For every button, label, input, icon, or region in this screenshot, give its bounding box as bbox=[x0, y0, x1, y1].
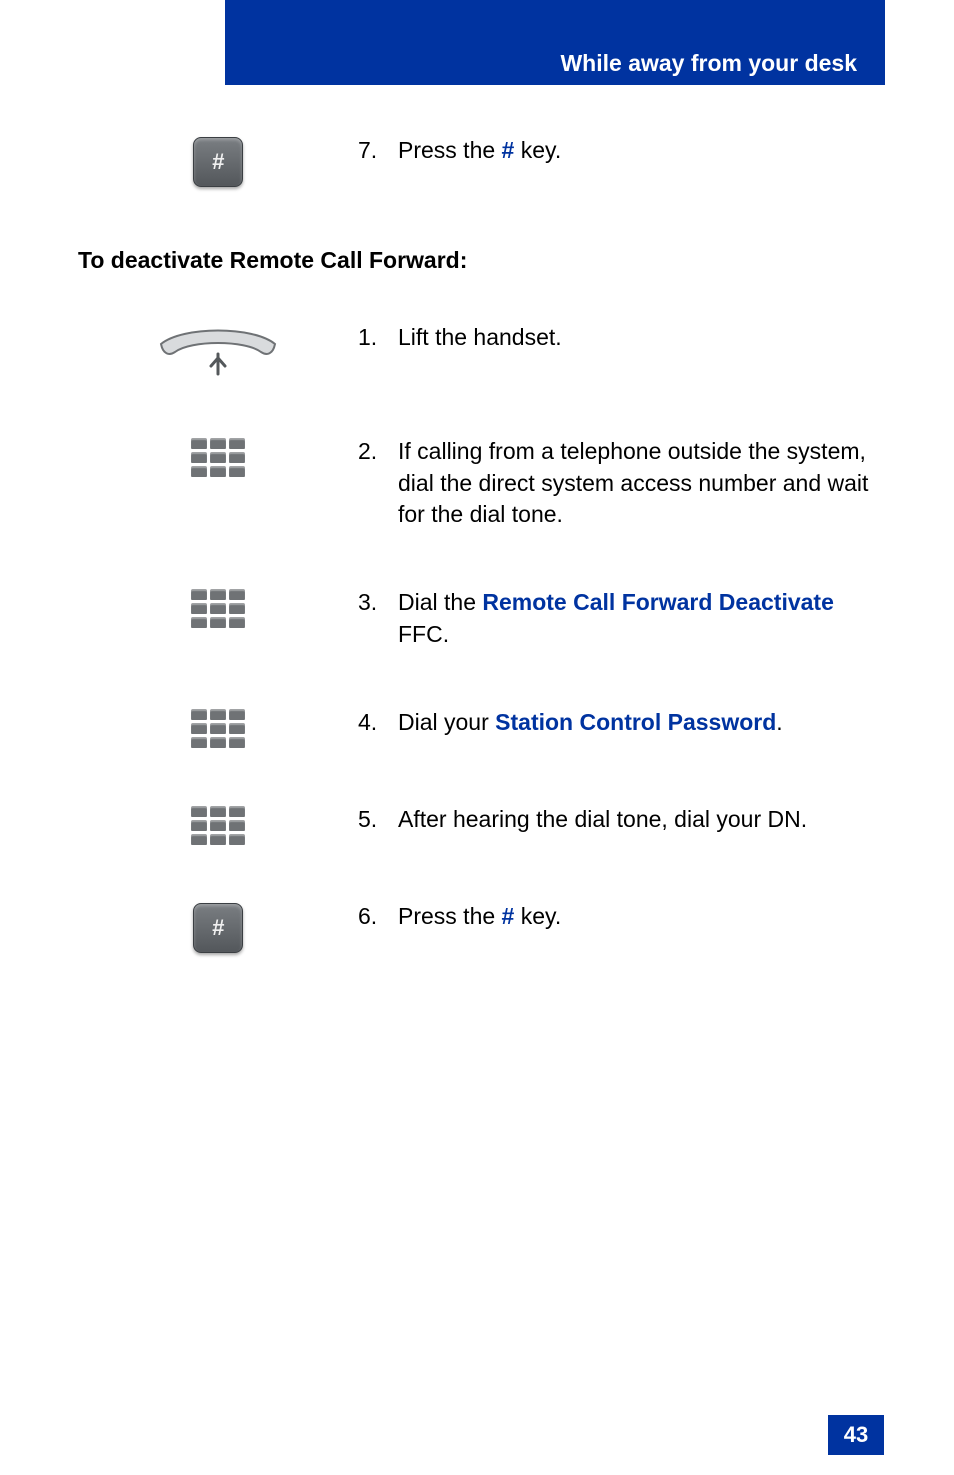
step-row: 4.Dial your Station Control Password. bbox=[78, 707, 888, 748]
keypad-cell bbox=[210, 603, 226, 614]
keypad-cell bbox=[210, 466, 226, 477]
keypad-cell bbox=[210, 452, 226, 463]
keypad-icon bbox=[191, 709, 245, 748]
keypad-cell bbox=[229, 806, 245, 817]
step-instruction: After hearing the dial tone, dial your D… bbox=[398, 804, 888, 836]
step-number: 7. bbox=[358, 135, 398, 167]
steps-container: 1.Lift the handset. 2.If calling from a t… bbox=[78, 322, 888, 953]
step-instruction: Press the # key. bbox=[398, 901, 888, 933]
lift-handset-icon bbox=[153, 324, 283, 380]
icon-col bbox=[78, 322, 358, 380]
step-number: 1. bbox=[358, 322, 398, 354]
keypad-cell bbox=[191, 737, 207, 748]
step-number: 5. bbox=[358, 804, 398, 836]
keypad-cell bbox=[229, 737, 245, 748]
text-segment: Dial the bbox=[398, 589, 482, 615]
step-instruction: Dial your Station Control Password. bbox=[398, 707, 888, 739]
text-segment: . bbox=[776, 709, 782, 735]
text-segment: Lift the handset. bbox=[398, 324, 562, 350]
step-row-7: # 7. Press the # key. bbox=[78, 135, 888, 187]
step-text-col: 6.Press the # key. bbox=[358, 901, 888, 933]
keypad-cell bbox=[191, 806, 207, 817]
text-prefix: Press the bbox=[398, 137, 502, 163]
keypad-cell bbox=[210, 820, 226, 831]
hash-key-icon: # bbox=[193, 903, 243, 953]
keypad-icon bbox=[191, 438, 245, 477]
keypad-cell bbox=[191, 438, 207, 449]
page-header-title: While away from your desk bbox=[560, 50, 857, 77]
hash-key-icon: # bbox=[193, 137, 243, 187]
keypad-cell bbox=[210, 723, 226, 734]
text-segment: key. bbox=[514, 903, 561, 929]
step-number: 3. bbox=[358, 587, 398, 650]
keypad-cell bbox=[229, 466, 245, 477]
step-number: 6. bbox=[358, 901, 398, 933]
step-text-col: 7. Press the # key. bbox=[358, 135, 888, 167]
keypad-cell bbox=[229, 603, 245, 614]
step-text-col: 2.If calling from a telephone outside th… bbox=[358, 436, 888, 531]
keypad-cell bbox=[229, 723, 245, 734]
text-segment: FFC. bbox=[398, 621, 449, 647]
keypad-cell bbox=[229, 589, 245, 600]
step-number: 4. bbox=[358, 707, 398, 739]
keyword-hash: # bbox=[502, 137, 515, 163]
keypad-icon bbox=[191, 806, 245, 845]
keypad-cell bbox=[229, 709, 245, 720]
keypad-cell bbox=[229, 438, 245, 449]
keypad-cell bbox=[210, 438, 226, 449]
text-segment: Dial your bbox=[398, 709, 495, 735]
keypad-cell bbox=[191, 617, 207, 628]
step-instruction: Press the # key. bbox=[398, 135, 888, 167]
keypad-cell bbox=[210, 806, 226, 817]
icon-col: # bbox=[78, 901, 358, 953]
step-row: 2.If calling from a telephone outside th… bbox=[78, 436, 888, 531]
keypad-cell bbox=[191, 452, 207, 463]
keypad-cell bbox=[229, 834, 245, 845]
keyword: Station Control Password bbox=[495, 709, 776, 735]
keyword: # bbox=[502, 903, 515, 929]
keypad-cell bbox=[210, 709, 226, 720]
step-text-col: 5.After hearing the dial tone, dial your… bbox=[358, 804, 888, 836]
page-content: # 7. Press the # key. To deactivate Remo… bbox=[78, 135, 888, 1009]
icon-col bbox=[78, 804, 358, 845]
keyword: Remote Call Forward Deactivate bbox=[482, 589, 834, 615]
text-segment: If calling from a telephone outside the … bbox=[398, 438, 868, 527]
keypad-cell bbox=[210, 617, 226, 628]
keypad-cell bbox=[229, 617, 245, 628]
keypad-cell bbox=[210, 834, 226, 845]
icon-col: # bbox=[78, 135, 358, 187]
text-segment: After hearing the dial tone, dial your D… bbox=[398, 806, 807, 832]
step-row: 3.Dial the Remote Call Forward Deactivat… bbox=[78, 587, 888, 650]
page-number-badge: 43 bbox=[828, 1415, 884, 1455]
keypad-cell bbox=[191, 589, 207, 600]
keypad-cell bbox=[191, 820, 207, 831]
step-row: #6.Press the # key. bbox=[78, 901, 888, 953]
keypad-cell bbox=[191, 723, 207, 734]
text-suffix: key. bbox=[514, 137, 561, 163]
step-instruction: Lift the handset. bbox=[398, 322, 888, 354]
icon-col bbox=[78, 587, 358, 628]
keypad-cell bbox=[191, 603, 207, 614]
step-text-col: 3.Dial the Remote Call Forward Deactivat… bbox=[358, 587, 888, 650]
section-heading: To deactivate Remote Call Forward: bbox=[78, 247, 888, 274]
step-number: 2. bbox=[358, 436, 398, 531]
step-text-col: 4.Dial your Station Control Password. bbox=[358, 707, 888, 739]
step-instruction: Dial the Remote Call Forward Deactivate … bbox=[398, 587, 888, 650]
step-text-col: 1.Lift the handset. bbox=[358, 322, 888, 354]
step-instruction: If calling from a telephone outside the … bbox=[398, 436, 888, 531]
keypad-cell bbox=[191, 834, 207, 845]
keypad-cell bbox=[191, 709, 207, 720]
step-row: 1.Lift the handset. bbox=[78, 322, 888, 380]
step-row: 5.After hearing the dial tone, dial your… bbox=[78, 804, 888, 845]
keypad-cell bbox=[229, 820, 245, 831]
keypad-icon bbox=[191, 589, 245, 628]
text-segment: Press the bbox=[398, 903, 502, 929]
icon-col bbox=[78, 707, 358, 748]
keypad-cell bbox=[210, 589, 226, 600]
header-band: While away from your desk bbox=[225, 0, 885, 85]
icon-col bbox=[78, 436, 358, 477]
keypad-cell bbox=[210, 737, 226, 748]
keypad-cell bbox=[229, 452, 245, 463]
keypad-cell bbox=[191, 466, 207, 477]
